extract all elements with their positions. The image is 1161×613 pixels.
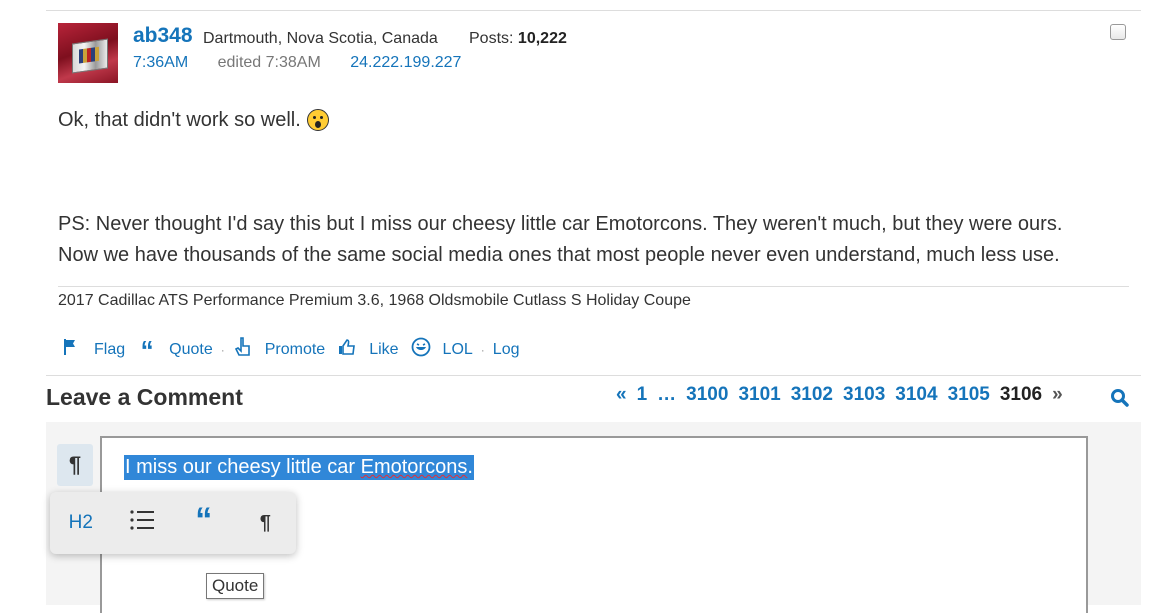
flag-label: Flag (94, 340, 126, 358)
signature: 2017 Cadillac ATS Performance Premium 3.… (58, 292, 691, 309)
pager-ellipsis: … (657, 384, 677, 405)
username-link[interactable]: ab348 (133, 24, 193, 48)
post-count: Posts: 10,222 (469, 30, 567, 48)
quote-label: Quote (169, 340, 213, 358)
pager-first[interactable]: 1 (637, 384, 648, 406)
post-text-1: Ok, that didn't work so well. (58, 109, 301, 131)
lol-label: LOL (442, 340, 473, 358)
pointing-hand-icon (233, 337, 253, 362)
post-time-link[interactable]: 7:36AM (133, 54, 188, 71)
pager-prev[interactable]: « (616, 384, 627, 406)
separator-dot: · (220, 342, 225, 357)
log-link[interactable]: Log (493, 341, 520, 359)
pager-next[interactable]: » (1052, 384, 1063, 406)
misspelled-word: Emotorcons (360, 456, 468, 478)
search-icon[interactable] (1110, 388, 1130, 408)
surprised-face-icon (306, 109, 329, 131)
paragraph-format-button[interactable]: ¶ (57, 444, 93, 486)
format-toolbar: H2 “ ¶ (50, 492, 296, 554)
signature-divider (58, 286, 1129, 287)
like-label: Like (369, 340, 399, 358)
select-post-checkbox[interactable] (1110, 24, 1126, 40)
pager-page[interactable]: 3101 (738, 384, 780, 406)
edited-time: edited 7:38AM (217, 54, 321, 71)
separator-dot: · (480, 342, 485, 357)
flag-icon (62, 338, 82, 361)
pager-current: 3106 (999, 384, 1043, 405)
post-meta: 7:36AM edited 7:38AM 24.222.199.227 (133, 54, 461, 72)
selected-editor-text[interactable]: I miss our cheesy little car Emotorcons. (124, 455, 474, 480)
pager-page[interactable]: 3104 (895, 384, 937, 406)
crest-image (72, 38, 108, 74)
like-button[interactable]: Like (337, 338, 399, 361)
ip-address-link[interactable]: 24.222.199.227 (350, 54, 461, 71)
flag-button[interactable]: Flag (62, 338, 125, 361)
post-body-line-1: Ok, that didn't work so well. (58, 109, 329, 132)
laughing-face-icon (411, 337, 431, 362)
promote-button[interactable]: Promote (233, 337, 325, 362)
pager-page[interactable]: 3105 (948, 384, 990, 406)
pagination: « 1 … 3100 3101 3102 3103 3104 3105 3106… (616, 384, 1073, 406)
paragraph-icon: ¶ (68, 452, 82, 477)
avatar[interactable] (58, 23, 118, 83)
editor-text: I miss our cheesy little car Emotorcons. (125, 456, 473, 478)
leave-comment-heading: Leave a Comment (46, 384, 243, 410)
quote-icon: “ (195, 500, 213, 539)
pager-page[interactable]: 3100 (686, 384, 728, 406)
pager-page[interactable]: 3102 (791, 384, 833, 406)
quote-button[interactable]: “ Quote (137, 334, 213, 365)
user-location: Dartmouth, Nova Scotia, Canada (203, 30, 438, 47)
posts-label: Posts: (469, 30, 514, 47)
post-body-line-2: PS: Never thought I'd say this but I mis… (58, 213, 1063, 235)
bullet-list-button[interactable] (112, 509, 174, 537)
promote-label: Promote (264, 340, 326, 358)
quote-icon: “ (140, 334, 154, 365)
posts-value: 10,222 (517, 30, 567, 47)
bullet-list-icon (130, 510, 155, 530)
top-divider (46, 10, 1141, 11)
lol-button[interactable]: LOL (411, 337, 473, 362)
paragraph-button[interactable]: ¶ (235, 512, 297, 535)
blockquote-button[interactable]: “ (173, 503, 235, 537)
comment-divider (46, 375, 1141, 376)
thumbs-up-icon (337, 338, 357, 361)
heading2-button[interactable]: H2 (50, 512, 112, 534)
post-actions: Flag “ Quote · Promote Like LOL · Log (62, 334, 520, 365)
post-body-line-3: Now we have thousands of the same social… (58, 244, 1060, 266)
pager-page[interactable]: 3103 (843, 384, 885, 406)
quote-tooltip: Quote (206, 573, 265, 599)
paragraph-icon: ¶ (259, 511, 271, 534)
